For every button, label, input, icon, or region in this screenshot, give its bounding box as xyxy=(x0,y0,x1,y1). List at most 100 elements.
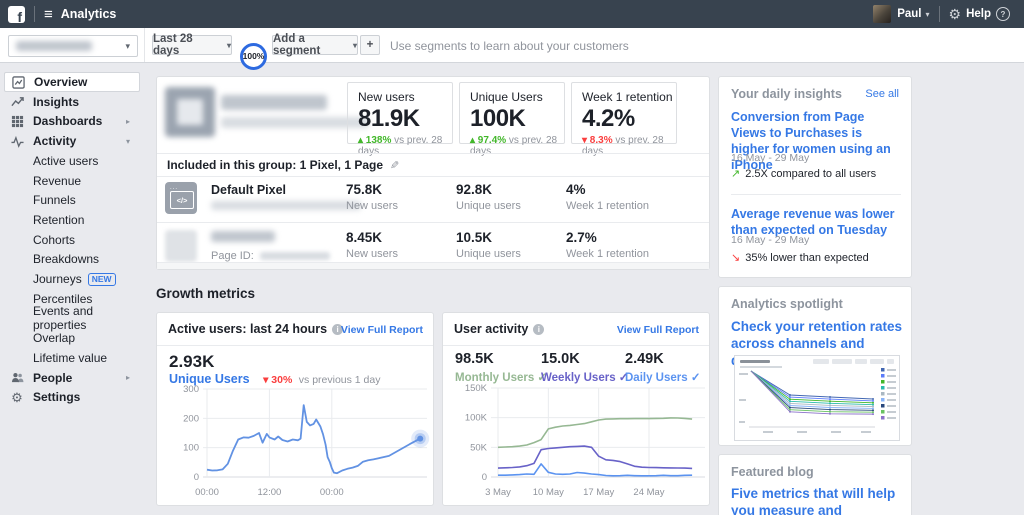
blog-post-link[interactable]: Five metrics that will help you measure … xyxy=(731,485,903,515)
sidebar-item-revenue[interactable]: Revenue xyxy=(4,171,140,191)
view-full-report-link[interactable]: View Full Report xyxy=(341,324,423,336)
navbar-divider xyxy=(939,6,940,22)
row-stat-unique-users: 92.8KUnique users xyxy=(456,182,521,212)
svg-text:00:00: 00:00 xyxy=(320,487,344,498)
pixel-id-redacted xyxy=(211,201,361,210)
svg-text:0: 0 xyxy=(482,472,487,483)
navbar-right: Paul ▾ ⚙ Help ? xyxy=(873,0,1024,28)
sidebar-item-label: Lifetime value xyxy=(33,351,107,365)
chevron-down-icon: ▾ xyxy=(125,41,130,52)
group-row-pixel[interactable]: ...</>Default Pixel75.8KNew users92.8KUn… xyxy=(157,175,709,221)
row-stat-new-users: 8.45KNew users xyxy=(346,230,398,260)
included-in-group-bar: Included in this group: 1 Pixel, 1 Page … xyxy=(157,153,709,177)
analytics-app: f ≡ Analytics Paul ▾ ⚙ Help ? ▾ Last 28 … xyxy=(0,0,1024,515)
sidebar-item-events-and-properties[interactable]: Events and properties xyxy=(4,308,140,328)
sidebar-item-overview[interactable]: Overview xyxy=(4,72,140,92)
svg-text:100: 100 xyxy=(183,443,199,454)
help-label[interactable]: Help xyxy=(966,8,991,20)
stat-weekly-users[interactable]: 15.0KWeekly Users ✓ xyxy=(541,351,628,384)
sidebar-item-dashboards[interactable]: Dashboards ▸ xyxy=(4,111,140,131)
date-range-button[interactable]: Last 28 days▾ xyxy=(152,35,232,55)
page-id-label: Page ID: xyxy=(211,250,324,262)
active-users-line-chart: 300200100000:0012:0000:00 xyxy=(157,381,435,507)
chevron-right-icon: ▸ xyxy=(126,373,130,382)
app-title: Analytics xyxy=(61,7,117,21)
svg-text:50K: 50K xyxy=(470,442,488,453)
card-header: Active users: last 24 hoursi View Full R… xyxy=(157,313,433,346)
sidebar-item-label: Overview xyxy=(34,75,87,89)
insights-icon xyxy=(10,95,24,109)
entity-selector-dropdown[interactable]: ▾ xyxy=(8,35,138,57)
chevron-down-icon: ▾ xyxy=(353,41,357,50)
settings-gear-icon[interactable]: ⚙ xyxy=(949,7,962,21)
page-id-redacted xyxy=(260,252,330,260)
help-question-icon[interactable]: ? xyxy=(996,7,1010,21)
add-segment-button[interactable]: Add a segment▾ xyxy=(272,35,358,55)
sidebar-item-label: Retention xyxy=(33,213,84,227)
blog-title: Featured blog xyxy=(731,465,814,479)
svg-text:00:00: 00:00 xyxy=(195,487,219,498)
overview-icon xyxy=(11,75,25,89)
activity-icon xyxy=(10,134,24,148)
user-name[interactable]: Paul xyxy=(897,8,921,20)
svg-text:10 May: 10 May xyxy=(533,487,564,498)
row-stat-new-users: 75.8KNew users xyxy=(346,182,398,212)
match-rate-ring[interactable]: 100% xyxy=(240,43,267,70)
chevron-down-icon: ▾ xyxy=(227,41,231,50)
metric-value: 4.2% xyxy=(582,105,676,133)
metric-card-new-users: New users81.9K▴ 138% vs prev. 28 days xyxy=(347,82,453,144)
new-badge: NEW xyxy=(88,273,116,286)
entity-name-redacted xyxy=(16,41,92,51)
sidebar-item-overlap[interactable]: Overlap xyxy=(4,328,140,348)
navbar-divider xyxy=(34,6,35,22)
svg-text:17 May: 17 May xyxy=(583,487,614,498)
insights-title: Your daily insights xyxy=(731,87,842,101)
sidebar-item-lifetime-value[interactable]: Lifetime value xyxy=(4,348,140,368)
svg-text:150K: 150K xyxy=(465,383,488,394)
sidebar-item-label: Dashboards xyxy=(33,114,102,128)
user-menu-caret-icon: ▾ xyxy=(926,10,930,19)
sidebar-item-label: Overlap xyxy=(33,331,75,345)
metric-label: Unique Users xyxy=(470,90,564,104)
retention-chart-thumbnail[interactable] xyxy=(734,355,900,441)
metric-label: Week 1 retention xyxy=(582,90,676,104)
sidebar-item-breakdowns[interactable]: Breakdowns xyxy=(4,249,140,269)
sidebar-item-label: Active users xyxy=(33,154,98,168)
spotlight-title: Analytics spotlight xyxy=(731,297,843,311)
edit-pencil-icon[interactable]: ✎ xyxy=(390,159,399,172)
sidebar-item-people[interactable]: People▸ xyxy=(4,368,140,388)
row-stat-week-1-retention: 4%Week 1 retention xyxy=(566,182,649,212)
sidebar-item-activity[interactable]: Activity▾ xyxy=(4,131,140,151)
analytics-spotlight-card: Analytics spotlight Check your retention… xyxy=(718,286,912,446)
sidebar-item-label: Cohorts xyxy=(33,233,75,247)
new-segment-plus-button[interactable]: + xyxy=(360,35,380,55)
sidebar-item-active-users[interactable]: Active users xyxy=(4,151,140,171)
sidebar-item-label: Funnels xyxy=(33,193,76,207)
insight-date: 16 May - 29 May xyxy=(731,152,809,164)
chevron-right-icon: ▸ xyxy=(126,117,130,126)
sidebar-item-insights[interactable]: Insights xyxy=(4,92,140,112)
included-label: Included in this group: 1 Pixel, 1 Page xyxy=(167,158,383,172)
info-icon[interactable]: i xyxy=(533,324,544,335)
sidebar-item-funnels[interactable]: Funnels xyxy=(4,190,140,210)
svg-text:0: 0 xyxy=(194,472,199,483)
sidebar-item-label: Breakdowns xyxy=(33,252,99,266)
daily-insights-card: Your daily insights See all Conversion f… xyxy=(718,76,912,278)
stat-daily-users[interactable]: 2.49KDaily Users ✓ xyxy=(625,351,700,384)
sidebar-item-settings[interactable]: ⚙Settings xyxy=(4,387,140,407)
sidebar-item-retention[interactable]: Retention xyxy=(4,210,140,230)
page-avatar-redacted xyxy=(165,230,197,262)
metric-label: New users xyxy=(358,90,452,104)
see-all-link[interactable]: See all xyxy=(865,88,899,100)
view-full-report-link[interactable]: View Full Report xyxy=(617,324,699,336)
user-avatar[interactable] xyxy=(873,5,891,23)
sidebar-item-journeys[interactable]: JourneysNEW xyxy=(4,269,140,289)
sidebar-item-cohorts[interactable]: Cohorts xyxy=(4,230,140,250)
pixel-icon: ...</> xyxy=(165,182,197,214)
hamburger-menu-icon[interactable]: ≡ xyxy=(44,7,53,22)
divider xyxy=(731,194,901,195)
facebook-logo-icon[interactable]: f xyxy=(8,6,25,23)
stat-monthly-users[interactable]: 98.5KMonthly Users ✓ xyxy=(455,351,547,384)
svg-text:3 May: 3 May xyxy=(485,487,511,498)
svg-text:100K: 100K xyxy=(465,413,488,424)
